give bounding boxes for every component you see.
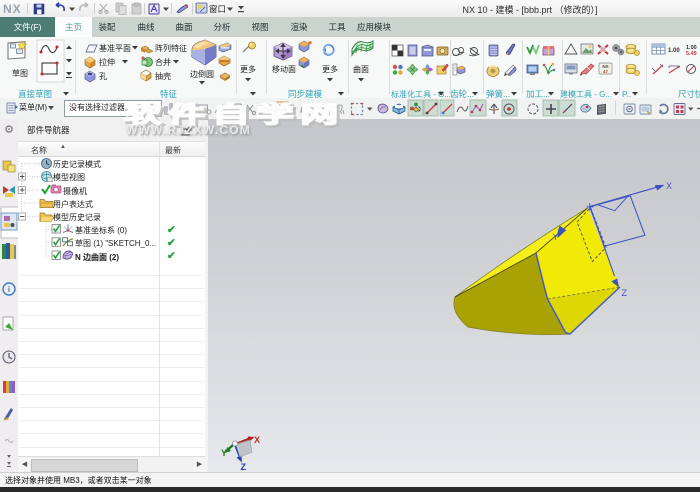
svg-text:尺寸快...: 尺寸快... bbox=[678, 89, 700, 98]
svg-text:基准平面: 基准平面 bbox=[99, 43, 131, 53]
svg-text:移动面: 移动面 bbox=[272, 64, 296, 74]
svg-text:P..: P.. bbox=[622, 89, 631, 98]
svg-text:合并: 合并 bbox=[155, 57, 171, 67]
svg-text:47: 47 bbox=[603, 69, 609, 74]
svg-text:抽壳: 抽壳 bbox=[155, 71, 171, 81]
svg-text:更多: 更多 bbox=[240, 64, 256, 74]
svg-text:孔: 孔 bbox=[99, 72, 107, 81]
svg-text:窗口: 窗口 bbox=[209, 4, 226, 14]
svg-text:Z: Z bbox=[241, 462, 247, 472]
svg-text:i: i bbox=[8, 285, 10, 294]
svg-text:Y: Y bbox=[221, 448, 227, 458]
svg-text:边倒圆: 边倒圆 bbox=[190, 69, 214, 79]
svg-text:拉伸: 拉伸 bbox=[99, 57, 115, 67]
svg-text:Z: Z bbox=[622, 288, 628, 298]
svg-text:曲面: 曲面 bbox=[353, 64, 369, 74]
svg-text:1.00: 1.00 bbox=[668, 48, 680, 54]
svg-text:5.49: 5.49 bbox=[686, 51, 697, 57]
svg-text:直接草图: 直接草图 bbox=[18, 89, 52, 98]
svg-text:⚙: ⚙ bbox=[4, 124, 14, 136]
svg-text:建模工具 - G...: 建模工具 - G... bbox=[560, 89, 612, 98]
svg-text:X: X bbox=[254, 435, 260, 445]
svg-text:X: X bbox=[666, 181, 672, 191]
svg-text:更多: 更多 bbox=[322, 64, 338, 74]
svg-text:弹簧...: 弹簧... bbox=[486, 89, 510, 98]
svg-text:阵列特征: 阵列特征 bbox=[155, 43, 187, 53]
svg-text:加工...: 加工... bbox=[526, 89, 550, 98]
svg-text:齿轮...: 齿轮... bbox=[450, 89, 474, 98]
svg-text:草图: 草图 bbox=[12, 68, 28, 78]
svg-text:Y: Y bbox=[553, 232, 559, 242]
